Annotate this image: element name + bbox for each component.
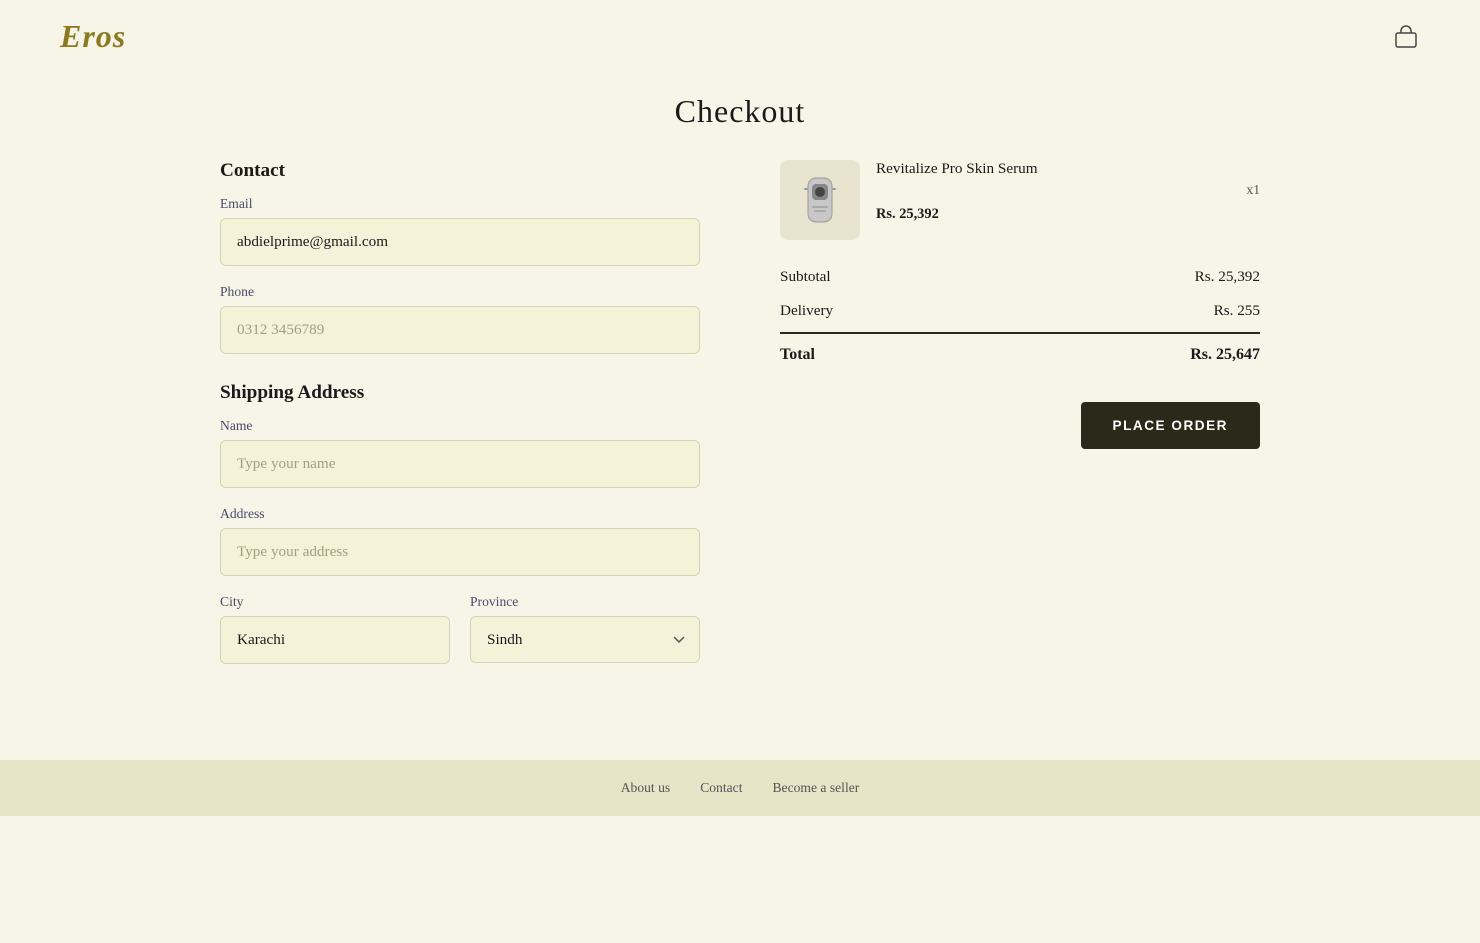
left-panel: Contact Email Phone Shipping Address Nam… [220, 160, 700, 700]
delivery-label: Delivery [780, 302, 833, 320]
name-input[interactable] [220, 440, 700, 488]
address-label: Address [220, 506, 700, 522]
place-order-button[interactable]: PLACE ORDER [1081, 402, 1260, 449]
main-content: Contact Email Phone Shipping Address Nam… [140, 160, 1340, 740]
total-row: Total Rs. 25,647 [780, 332, 1260, 372]
footer-links: About us Contact Become a seller [20, 780, 1460, 796]
province-select[interactable]: Sindh Punjab KPK Balochistan Gilgit-Balt… [470, 616, 700, 663]
city-province-row: City Province Sindh Punjab KPK Balochist… [220, 594, 700, 682]
header: Eros [0, 0, 1480, 73]
summary-rows: Subtotal Rs. 25,392 Delivery Rs. 255 Tot… [780, 260, 1260, 372]
shipping-section: Shipping Address Name Address City Provi… [220, 382, 700, 682]
page-title: Checkout [0, 93, 1480, 130]
name-label: Name [220, 418, 700, 434]
province-group: Province Sindh Punjab KPK Balochistan Gi… [470, 594, 700, 664]
city-label: City [220, 594, 450, 610]
subtotal-label: Subtotal [780, 268, 831, 286]
product-name: Revitalize Pro Skin Serum [876, 160, 1260, 178]
address-group: Address [220, 506, 700, 576]
contact-title: Contact [220, 160, 700, 182]
product-price: Rs. 25,392 [876, 206, 1260, 223]
phone-label: Phone [220, 284, 700, 300]
subtotal-row: Subtotal Rs. 25,392 [780, 260, 1260, 294]
footer-link-seller[interactable]: Become a seller [772, 780, 859, 796]
product-qty: x1 [876, 182, 1260, 198]
footer-link-contact[interactable]: Contact [700, 780, 742, 796]
logo: Eros [60, 18, 126, 55]
address-input[interactable] [220, 528, 700, 576]
right-panel: Revitalize Pro Skin Serum x1 Rs. 25,392 … [780, 160, 1260, 700]
city-group: City [220, 594, 450, 664]
phone-group: Phone [220, 284, 700, 354]
shipping-title: Shipping Address [220, 382, 700, 404]
email-group: Email [220, 196, 700, 266]
delivery-row: Delivery Rs. 255 [780, 294, 1260, 328]
subtotal-value: Rs. 25,392 [1195, 268, 1260, 286]
email-input[interactable] [220, 218, 700, 266]
province-label: Province [470, 594, 700, 610]
email-label: Email [220, 196, 700, 212]
city-input[interactable] [220, 616, 450, 664]
product-details: Revitalize Pro Skin Serum x1 Rs. 25,392 [876, 160, 1260, 223]
contact-section: Contact Email Phone [220, 160, 700, 354]
product-row: Revitalize Pro Skin Serum x1 Rs. 25,392 [780, 160, 1260, 240]
cart-icon[interactable] [1392, 23, 1420, 51]
total-label: Total [780, 346, 815, 364]
phone-input[interactable] [220, 306, 700, 354]
product-image [780, 160, 860, 240]
place-order-wrap: PLACE ORDER [780, 402, 1260, 449]
page-title-wrap: Checkout [0, 73, 1480, 160]
delivery-value: Rs. 255 [1214, 302, 1260, 320]
footer-link-about[interactable]: About us [621, 780, 670, 796]
name-group: Name [220, 418, 700, 488]
total-value: Rs. 25,647 [1190, 346, 1260, 364]
footer: About us Contact Become a seller [0, 760, 1480, 816]
